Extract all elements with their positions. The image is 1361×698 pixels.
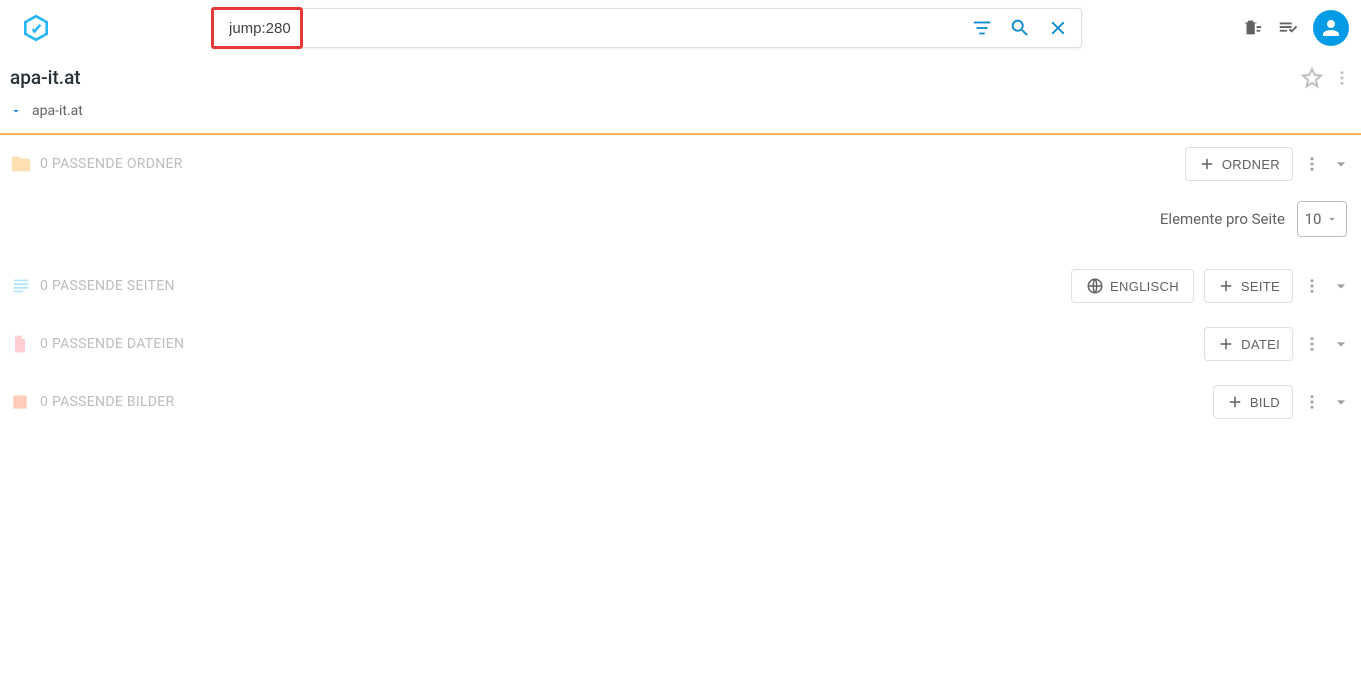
add-page-button[interactable]: SEITE bbox=[1204, 269, 1293, 303]
page-title: apa-it.at bbox=[10, 66, 81, 89]
pager-select[interactable]: 10 bbox=[1297, 201, 1347, 237]
app-logo[interactable] bbox=[20, 12, 52, 44]
files-icon bbox=[10, 334, 40, 354]
add-folder-label: ORDNER bbox=[1222, 157, 1280, 172]
favorite-icon[interactable] bbox=[1301, 67, 1323, 89]
section-folders-label: 0 PASSENDE ORDNER bbox=[40, 156, 183, 172]
folder-icon bbox=[10, 153, 40, 175]
playlist-check-icon[interactable] bbox=[1277, 17, 1299, 39]
header-right bbox=[1241, 10, 1349, 46]
app-header bbox=[0, 0, 1361, 56]
clear-search-icon[interactable] bbox=[1047, 17, 1069, 39]
filter-icon[interactable] bbox=[971, 17, 993, 39]
breadcrumb-caret-icon[interactable] bbox=[10, 105, 22, 117]
section-files-label: 0 PASSENDE DATEIEN bbox=[40, 336, 184, 352]
language-button[interactable]: ENGLISCH bbox=[1071, 269, 1194, 303]
title-more-icon[interactable] bbox=[1333, 69, 1351, 87]
trash-queue-icon[interactable] bbox=[1241, 17, 1263, 39]
breadcrumb: apa-it.at bbox=[0, 97, 1361, 133]
images-expand-icon[interactable] bbox=[1331, 392, 1351, 412]
pager-value: 10 bbox=[1305, 210, 1322, 228]
add-image-label: BILD bbox=[1250, 395, 1280, 410]
section-folders: 0 PASSENDE ORDNER ORDNER bbox=[0, 135, 1361, 193]
section-files: 0 PASSENDE DATEIEN DATEI bbox=[0, 315, 1361, 373]
pager-label: Elemente pro Seite bbox=[1160, 210, 1285, 228]
add-folder-button[interactable]: ORDNER bbox=[1185, 147, 1293, 181]
files-expand-icon[interactable] bbox=[1331, 334, 1351, 354]
folders-more-icon[interactable] bbox=[1303, 155, 1321, 173]
language-label: ENGLISCH bbox=[1110, 279, 1179, 294]
breadcrumb-root[interactable]: apa-it.at bbox=[32, 103, 83, 119]
add-file-label: DATEI bbox=[1241, 337, 1280, 352]
files-more-icon[interactable] bbox=[1303, 335, 1321, 353]
section-images: 0 PASSENDE BILDER BILD bbox=[0, 373, 1361, 431]
pages-expand-icon[interactable] bbox=[1331, 276, 1351, 296]
section-pages: 0 PASSENDE SEITEN ENGLISCH SEITE bbox=[0, 257, 1361, 315]
search-bar bbox=[212, 8, 1082, 48]
images-more-icon[interactable] bbox=[1303, 393, 1321, 411]
add-file-button[interactable]: DATEI bbox=[1204, 327, 1293, 361]
pager: Elemente pro Seite 10 bbox=[0, 193, 1361, 257]
images-icon bbox=[10, 392, 40, 412]
page-titlebar: apa-it.at bbox=[0, 56, 1361, 97]
folders-expand-icon[interactable] bbox=[1331, 154, 1351, 174]
section-images-label: 0 PASSENDE BILDER bbox=[40, 394, 175, 410]
pages-more-icon[interactable] bbox=[1303, 277, 1321, 295]
user-avatar[interactable] bbox=[1313, 10, 1349, 46]
section-pages-label: 0 PASSENDE SEITEN bbox=[40, 278, 175, 294]
search-input[interactable] bbox=[221, 20, 971, 37]
pages-icon bbox=[10, 275, 40, 297]
search-icon[interactable] bbox=[1009, 17, 1031, 39]
add-page-label: SEITE bbox=[1241, 279, 1280, 294]
add-image-button[interactable]: BILD bbox=[1213, 385, 1293, 419]
search-actions bbox=[971, 17, 1073, 39]
